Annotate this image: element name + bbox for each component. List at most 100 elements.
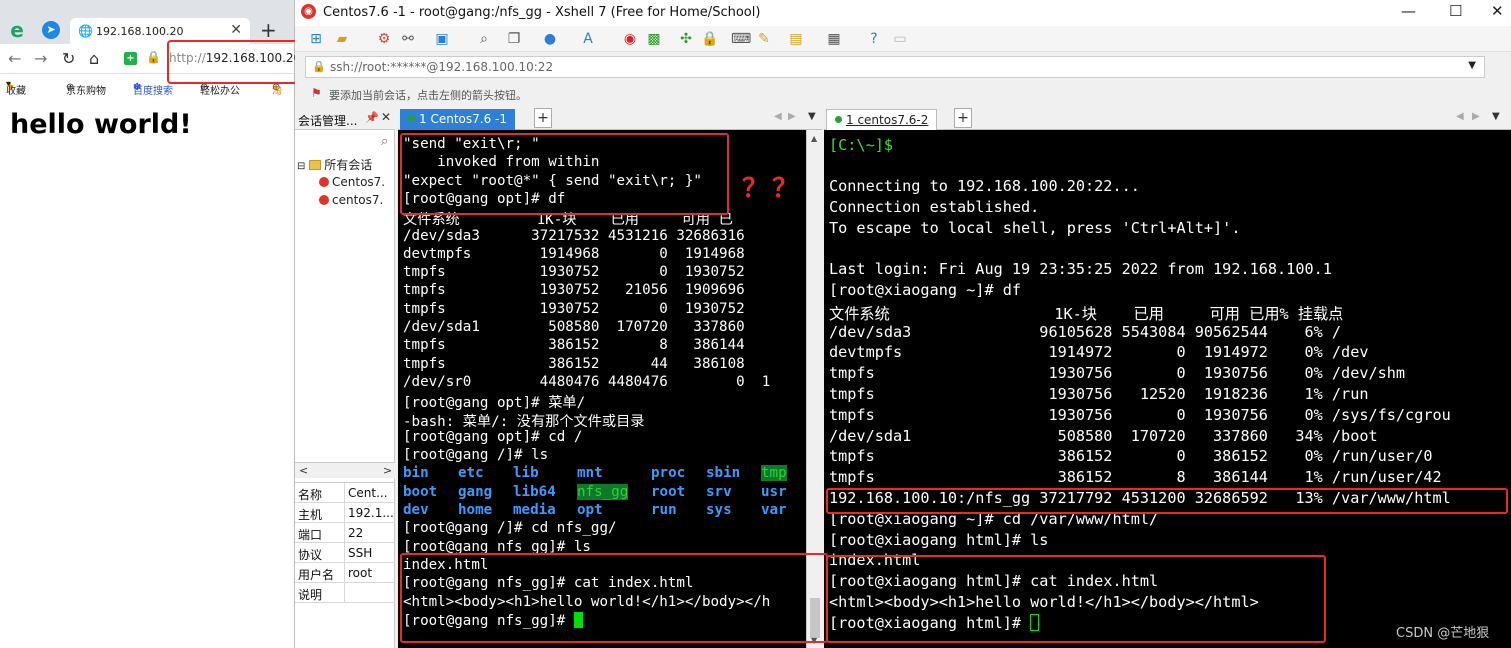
tab-list-icon[interactable]: ▼ — [808, 111, 816, 122]
terminal-line: tmpfs 386152 8 386144 1% /run/user/42 — [829, 468, 1442, 487]
terminal-line: tmpfs 386152 8 386144 — [403, 337, 745, 354]
insecure-lock-icon[interactable]: 🔒 — [146, 50, 161, 64]
terminal-line: tmpfs 386152 0 386152 0% /run/user/0 — [829, 447, 1433, 466]
scroll-right-icon[interactable]: > — [383, 464, 392, 477]
tree-root[interactable]: ⊟ 所有会话 — [297, 156, 372, 173]
disconnect-icon[interactable]: ⚯ — [399, 30, 417, 48]
keyboard-icon[interactable]: ⌨ — [731, 30, 751, 48]
script-icon[interactable]: ▤ — [787, 30, 805, 48]
tree-session[interactable]: centos7. — [319, 193, 383, 207]
layout-icon[interactable]: ▦ — [825, 30, 843, 48]
ls-entry: media — [513, 502, 556, 518]
tab-prev-icon[interactable]: ◀ — [774, 111, 782, 122]
new-session-icon[interactable]: ⊞ — [307, 30, 325, 48]
scroll-left-icon[interactable]: < — [299, 464, 308, 477]
forward-icon[interactable]: → — [34, 49, 47, 68]
globe-icon[interactable]: ● — [541, 30, 559, 48]
terminal-tab-bar-right: 1 centos7.6-2 + ◀ ▶ ▼ — [824, 108, 1511, 130]
connected-dot-icon — [835, 116, 842, 123]
send-icon[interactable]: ➤ — [42, 21, 60, 39]
annotation-box-cat-left — [400, 553, 828, 643]
property-row: 主机 192.1... — [295, 503, 395, 523]
terminal-line: [root@gang /]# ls — [403, 447, 549, 464]
tip-bar: ⚑ 要添加当前会话，点击左侧的箭头按钮。 — [305, 84, 1485, 104]
browser-window: e ➤ 🌐 192.168.100.20 ✕ + ← → ↻ ⌂ + 🔒 ★ 收… — [0, 0, 295, 648]
tab-prev-icon[interactable]: ◀ — [1456, 111, 1464, 122]
home-icon[interactable]: ⌂ — [89, 49, 99, 68]
property-row: 名称 Cent... — [295, 483, 395, 503]
bookmark-favorites[interactable]: ★ 收藏 ▾ — [6, 79, 26, 96]
add-tab-button[interactable]: + — [954, 108, 972, 128]
bookmark-arrow-icon[interactable]: ⚑ — [311, 86, 322, 100]
close-tab-icon[interactable]: ✕ — [230, 22, 242, 38]
annotation-box-mount — [826, 488, 1508, 514]
browser-logo-icon[interactable]: e — [6, 19, 28, 41]
folder-icon — [309, 160, 322, 170]
terminal-line: [root@xiaogang ~]# df — [829, 281, 1022, 299]
close-window-icon[interactable]: ✕ — [1491, 2, 1504, 20]
shield-icon[interactable]: + — [124, 52, 137, 65]
pin-icon[interactable]: 📌 — [365, 111, 379, 124]
new-tab-button[interactable]: + — [260, 18, 277, 42]
tab-list-icon[interactable]: ▼ — [1492, 111, 1500, 122]
copy-icon[interactable]: ❐ — [505, 30, 523, 48]
question-marks-annotation: ？？ — [742, 174, 803, 204]
transfer-icon[interactable]: ▩ — [645, 30, 663, 48]
xftp-icon[interactable]: ◉ — [621, 30, 639, 48]
ls-entry: sys — [706, 502, 732, 518]
ls-entry: boot — [403, 483, 438, 500]
xshell-logo-icon: ◉ — [301, 4, 316, 19]
scroll-up-icon[interactable]: ▲ — [811, 134, 817, 143]
minimize-icon[interactable]: — — [1401, 2, 1416, 20]
ls-entry: home — [458, 502, 493, 518]
find-icon[interactable]: ⌕ — [475, 30, 493, 48]
open-folder-icon[interactable]: ▰ — [333, 30, 351, 48]
terminal-line: Last login: Fri Aug 19 23:35:25 2022 fro… — [829, 260, 1332, 279]
back-icon[interactable]: ← — [8, 49, 21, 68]
add-tab-button[interactable]: + — [534, 108, 552, 128]
globe-icon: 🌐 — [78, 24, 93, 38]
reconnect-icon[interactable]: ⚙ — [375, 30, 393, 48]
lock-icon[interactable]: 🔒 — [701, 30, 719, 48]
session-icon — [319, 195, 329, 205]
terminal-line: /dev/sda3 37217532 4531216 32686316 — [403, 227, 745, 244]
reload-icon[interactable]: ↻ — [62, 49, 75, 68]
terminal-line: tmpfs 1930756 12520 1918236 1% /run — [829, 385, 1369, 403]
tab-next-icon[interactable]: ▶ — [788, 111, 796, 122]
terminal-line: [root@gang /]# cd nfs_gg/ — [403, 520, 617, 537]
session-address-bar[interactable]: 🔒 ssh://root:******@192.168.100.10:22 ▼ — [305, 56, 1485, 78]
property-row: 用户名 root — [295, 563, 395, 583]
local-prompt: [C:\~]$ — [829, 136, 894, 154]
terminal-line: [root@gang opt]# cd / — [403, 428, 583, 445]
ls-entry: root — [651, 483, 686, 500]
search-icon[interactable]: ⌕ — [381, 134, 388, 149]
address-bar[interactable]: http://192.168.100.20/ — [167, 40, 300, 84]
font-icon[interactable]: A — [579, 30, 597, 48]
properties-icon[interactable]: ▣ — [433, 30, 451, 48]
chevron-down-icon[interactable]: ▼ — [1468, 60, 1476, 71]
ls-entry: nfs_gg — [577, 483, 629, 500]
ls-entry: sbin — [706, 465, 741, 482]
horizontal-scrollbar[interactable]: < > — [295, 462, 395, 478]
property-row: 说明 — [295, 583, 395, 603]
tab-centos7-6-1[interactable]: 1 Centos7.6 -1 — [400, 109, 515, 130]
session-manager-title: 会话管理... — [298, 114, 358, 128]
tab-centos7-6-2[interactable]: 1 centos7.6-2 — [826, 109, 938, 130]
tab-next-icon[interactable]: ▶ — [1472, 111, 1480, 122]
close-panel-icon[interactable]: ✕ — [381, 110, 391, 124]
tree-session[interactable]: Centos7. — [319, 175, 385, 189]
window-title: Centos7.6 -1 - root@gang:/nfs_gg - Xshel… — [323, 5, 761, 20]
chat-icon[interactable]: ▭ — [891, 30, 909, 48]
fullscreen-icon[interactable]: ✣ — [677, 30, 695, 48]
terminal-line: [root@xiaogang html]# ls — [829, 530, 1049, 549]
session-address: ssh://root:******@192.168.100.10:22 — [330, 60, 554, 74]
terminal-line: To escape to local shell, press 'Ctrl+Al… — [829, 218, 1241, 237]
session-manager-header: 会话管理... 📌 ✕ — [295, 108, 395, 130]
highlight-icon[interactable]: ✎ — [755, 30, 773, 48]
terminal-line: /dev/sda3 96105628 5543084 90562544 6% / — [829, 322, 1342, 341]
collapse-icon[interactable]: ⊟ — [297, 161, 305, 172]
maximize-icon[interactable]: ☐ — [1449, 2, 1462, 20]
toolbar: ⊞ ▰ ⚙ ⚯ ▣ ⌕ ❐ ● A ◉ ▩ ✣ 🔒 ⌨ ✎ ▤ ▦ ? ▭ — [295, 26, 1511, 52]
terminal-line: /dev/sda1 508580 170720 337860 — [403, 319, 745, 335]
help-icon[interactable]: ? — [865, 30, 883, 48]
